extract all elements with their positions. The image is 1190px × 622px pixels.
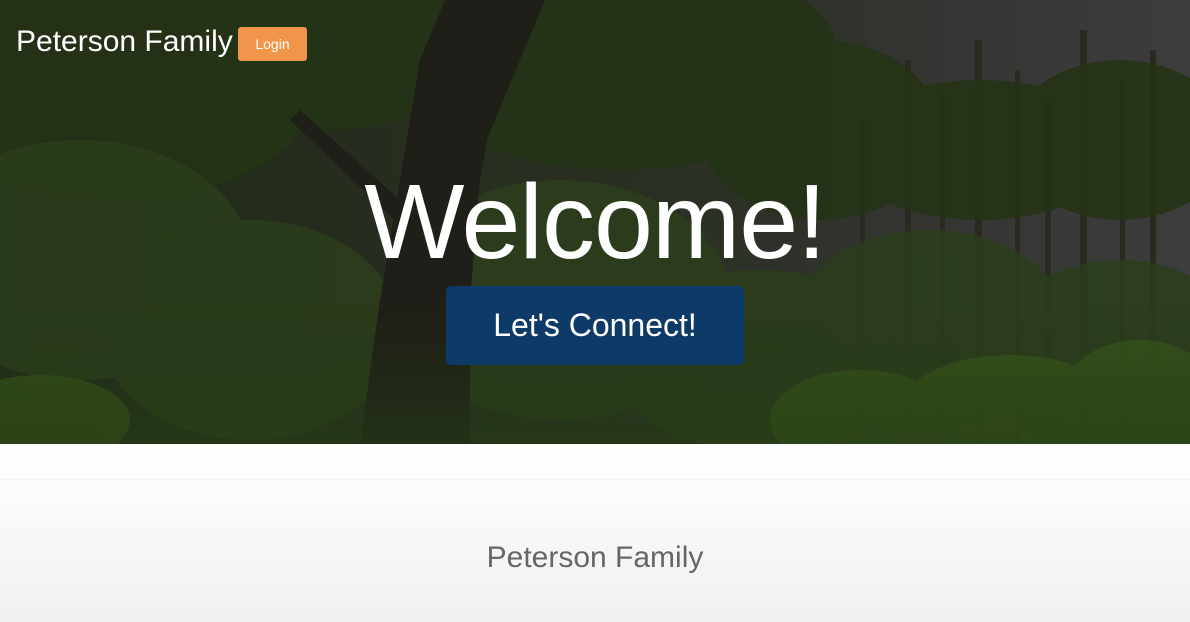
login-button[interactable]: Login [238, 27, 307, 61]
lets-connect-button[interactable]: Let's Connect! [446, 286, 744, 365]
site-brand[interactable]: Peterson Family [16, 24, 233, 60]
hero-heading: Welcome! [364, 163, 826, 281]
divider [0, 479, 1190, 480]
footer-title: Peterson Family [486, 541, 704, 574]
hero-section: Peterson Family Login Welcome! Let's Con… [0, 0, 1190, 444]
footer-section: Peterson Family [0, 444, 1190, 622]
